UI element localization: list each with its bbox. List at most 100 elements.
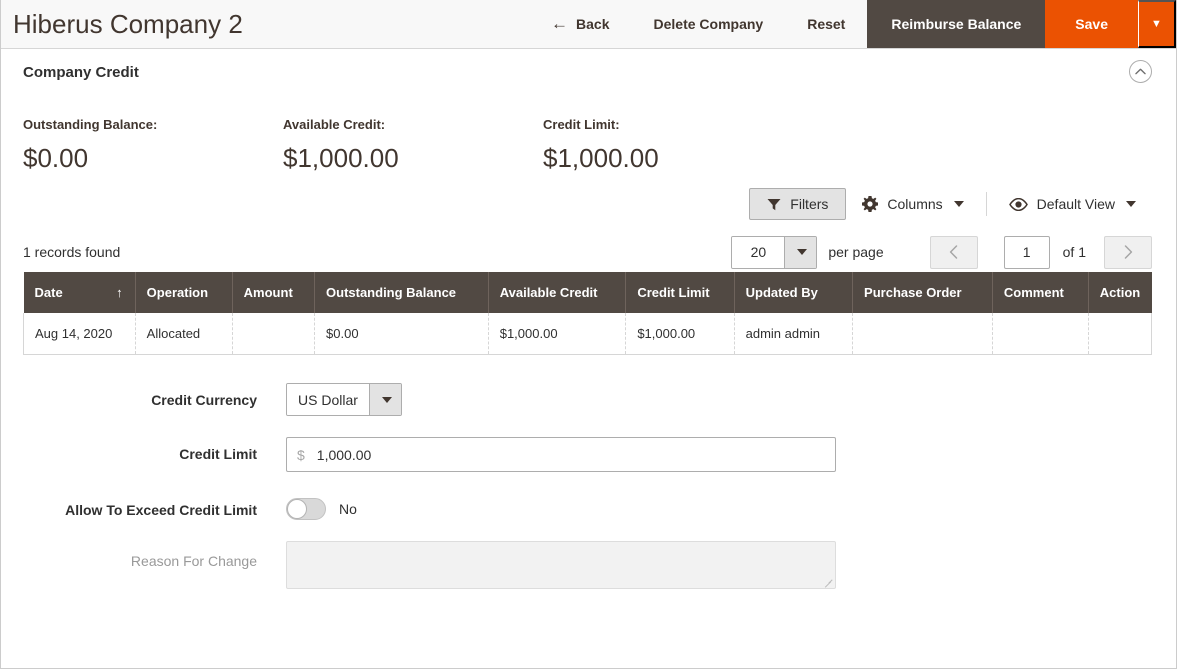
field-credit-limit: Credit Limit $ 1,000.00 bbox=[1, 437, 1176, 472]
chevron-right-icon bbox=[1124, 245, 1132, 259]
page-title: Hiberus Company 2 bbox=[13, 9, 243, 39]
per-page-caret[interactable] bbox=[784, 236, 817, 268]
column-header-updated-by[interactable]: Updated By bbox=[734, 272, 854, 313]
grid-toolbar: Filters Columns Default View bbox=[1, 174, 1176, 220]
delete-company-button[interactable]: Delete Company bbox=[632, 0, 786, 48]
chevron-down-icon bbox=[953, 201, 964, 207]
summary-label: Outstanding Balance: bbox=[23, 117, 158, 132]
per-page-value: 20 bbox=[732, 236, 785, 268]
cell-operation: Allocated bbox=[135, 313, 233, 355]
page-header: Hiberus Company 2 ← Back Delete Company … bbox=[1, 0, 1176, 49]
default-view-button[interactable]: Default View bbox=[993, 189, 1152, 219]
save-dropdown-button[interactable]: ▼ bbox=[1138, 0, 1176, 48]
credit-currency-caret[interactable] bbox=[369, 384, 401, 415]
back-button-label: Back bbox=[576, 16, 610, 32]
company-credit-section-header: Company Credit bbox=[1, 49, 1176, 95]
credit-form: Credit Currency US Dollar Credit Limit $… bbox=[1, 355, 1176, 589]
next-page-button[interactable] bbox=[1104, 235, 1152, 269]
summary-value: $1,000.00 bbox=[283, 143, 399, 173]
credit-currency-label: Credit Currency bbox=[151, 392, 257, 408]
eye-icon bbox=[1008, 197, 1028, 211]
reason-for-change-label: Reason For Change bbox=[130, 553, 257, 569]
pager-controls: 20 per page 1 of 1 bbox=[731, 235, 1152, 269]
section-collapse-toggle[interactable] bbox=[1129, 60, 1152, 83]
per-page-select[interactable]: 20 bbox=[731, 235, 818, 269]
company-credit-page: Hiberus Company 2 ← Back Delete Company … bbox=[0, 0, 1177, 669]
summary-outstanding-balance: Outstanding Balance: $0.00 bbox=[23, 117, 283, 174]
cell-purchase-order bbox=[852, 313, 993, 355]
reset-button[interactable]: Reset bbox=[785, 0, 867, 48]
column-header-amount[interactable]: Amount bbox=[232, 272, 316, 313]
save-button-label: Save bbox=[1075, 16, 1108, 32]
table-row[interactable]: Aug 14, 2020 Allocated $0.00 $1,000.00 $… bbox=[23, 313, 1153, 355]
field-allow-exceed-credit-limit: Allow To Exceed Credit Limit No bbox=[1, 493, 1176, 520]
allow-exceed-label: Allow To Exceed Credit Limit bbox=[65, 502, 257, 518]
summary-value: $1,000.00 bbox=[543, 143, 659, 173]
column-header-purchase-order[interactable]: Purchase Order bbox=[852, 272, 993, 313]
field-credit-currency: Credit Currency US Dollar bbox=[1, 383, 1176, 416]
reimburse-balance-button[interactable]: Reimburse Balance bbox=[867, 0, 1046, 48]
section-title: Company Credit bbox=[23, 63, 139, 81]
sort-ascending-icon: ↑ bbox=[116, 285, 123, 300]
chevron-down-icon bbox=[381, 396, 392, 403]
reimburse-balance-label: Reimburse Balance bbox=[891, 16, 1022, 32]
summary-label: Available Credit: bbox=[283, 117, 386, 132]
column-header-credit-limit[interactable]: Credit Limit bbox=[625, 272, 735, 313]
cell-updated-by: admin admin bbox=[734, 313, 854, 355]
page-number-input[interactable]: 1 bbox=[1003, 235, 1050, 269]
toolbar-divider bbox=[985, 192, 987, 216]
per-page-label: per page bbox=[828, 244, 884, 260]
funnel-icon bbox=[767, 198, 781, 210]
allow-exceed-toggle[interactable] bbox=[286, 498, 326, 520]
column-header-date[interactable]: Date ↑ bbox=[23, 272, 136, 313]
filters-button[interactable]: Filters bbox=[749, 188, 847, 220]
column-header-outstanding-balance[interactable]: Outstanding Balance bbox=[314, 272, 489, 313]
gear-icon bbox=[862, 196, 879, 212]
columns-label: Columns bbox=[887, 196, 943, 212]
resize-handle-icon[interactable] bbox=[823, 577, 833, 587]
header-actions: ← Back Delete Company Reset Reimburse Ba… bbox=[529, 0, 1176, 48]
reset-label: Reset bbox=[807, 16, 846, 32]
column-header-operation[interactable]: Operation bbox=[135, 272, 233, 313]
cell-action bbox=[1088, 313, 1153, 355]
credit-currency-select[interactable]: US Dollar bbox=[286, 383, 402, 416]
default-view-label: Default View bbox=[1036, 196, 1115, 212]
column-header-comment[interactable]: Comment bbox=[992, 272, 1089, 313]
cell-date: Aug 14, 2020 bbox=[23, 313, 136, 355]
delete-company-label: Delete Company bbox=[653, 16, 764, 32]
credit-history-grid: Date ↑ Operation Amount Outstanding Bala… bbox=[1, 272, 1176, 355]
column-label: Date bbox=[34, 285, 63, 300]
save-button[interactable]: Save bbox=[1045, 0, 1138, 48]
column-header-available-credit[interactable]: Available Credit bbox=[488, 272, 627, 313]
cell-available-credit: $1,000.00 bbox=[488, 313, 627, 355]
allow-exceed-toggle-row: No bbox=[286, 493, 357, 520]
credit-limit-label: Credit Limit bbox=[179, 446, 257, 462]
back-button[interactable]: ← Back bbox=[529, 0, 631, 48]
chevron-up-icon bbox=[1135, 68, 1146, 75]
chevron-down-icon bbox=[1126, 201, 1136, 207]
grid-header-row: Date ↑ Operation Amount Outstanding Bala… bbox=[23, 272, 1152, 313]
cell-comment bbox=[992, 313, 1089, 355]
allow-exceed-state: No bbox=[339, 501, 357, 517]
summary-label: Credit Limit: bbox=[543, 117, 620, 132]
credit-limit-input[interactable]: $ 1,000.00 bbox=[286, 437, 836, 472]
chevron-down-icon bbox=[796, 249, 807, 255]
summary-credit-limit: Credit Limit: $1,000.00 bbox=[543, 117, 803, 174]
total-pages-label: of 1 bbox=[1062, 244, 1086, 260]
cell-credit-limit: $1,000.00 bbox=[625, 313, 735, 355]
records-found-text: 1 records found bbox=[23, 244, 121, 260]
previous-page-button[interactable] bbox=[929, 235, 978, 269]
credit-currency-value: US Dollar bbox=[287, 384, 369, 415]
columns-button[interactable]: Columns bbox=[846, 189, 979, 219]
cell-amount bbox=[232, 313, 316, 355]
summary-value: $0.00 bbox=[23, 143, 89, 173]
reason-for-change-textarea[interactable] bbox=[286, 541, 836, 589]
chevron-down-icon: ▼ bbox=[1151, 18, 1162, 30]
toggle-knob bbox=[287, 499, 307, 519]
currency-symbol: $ bbox=[297, 446, 305, 463]
column-header-action[interactable]: Action bbox=[1088, 272, 1152, 313]
credit-summary: Outstanding Balance: $0.00 Available Cre… bbox=[1, 95, 1176, 174]
filters-label: Filters bbox=[790, 196, 829, 212]
chevron-left-icon bbox=[949, 245, 958, 259]
cell-outstanding-balance: $0.00 bbox=[314, 313, 489, 355]
